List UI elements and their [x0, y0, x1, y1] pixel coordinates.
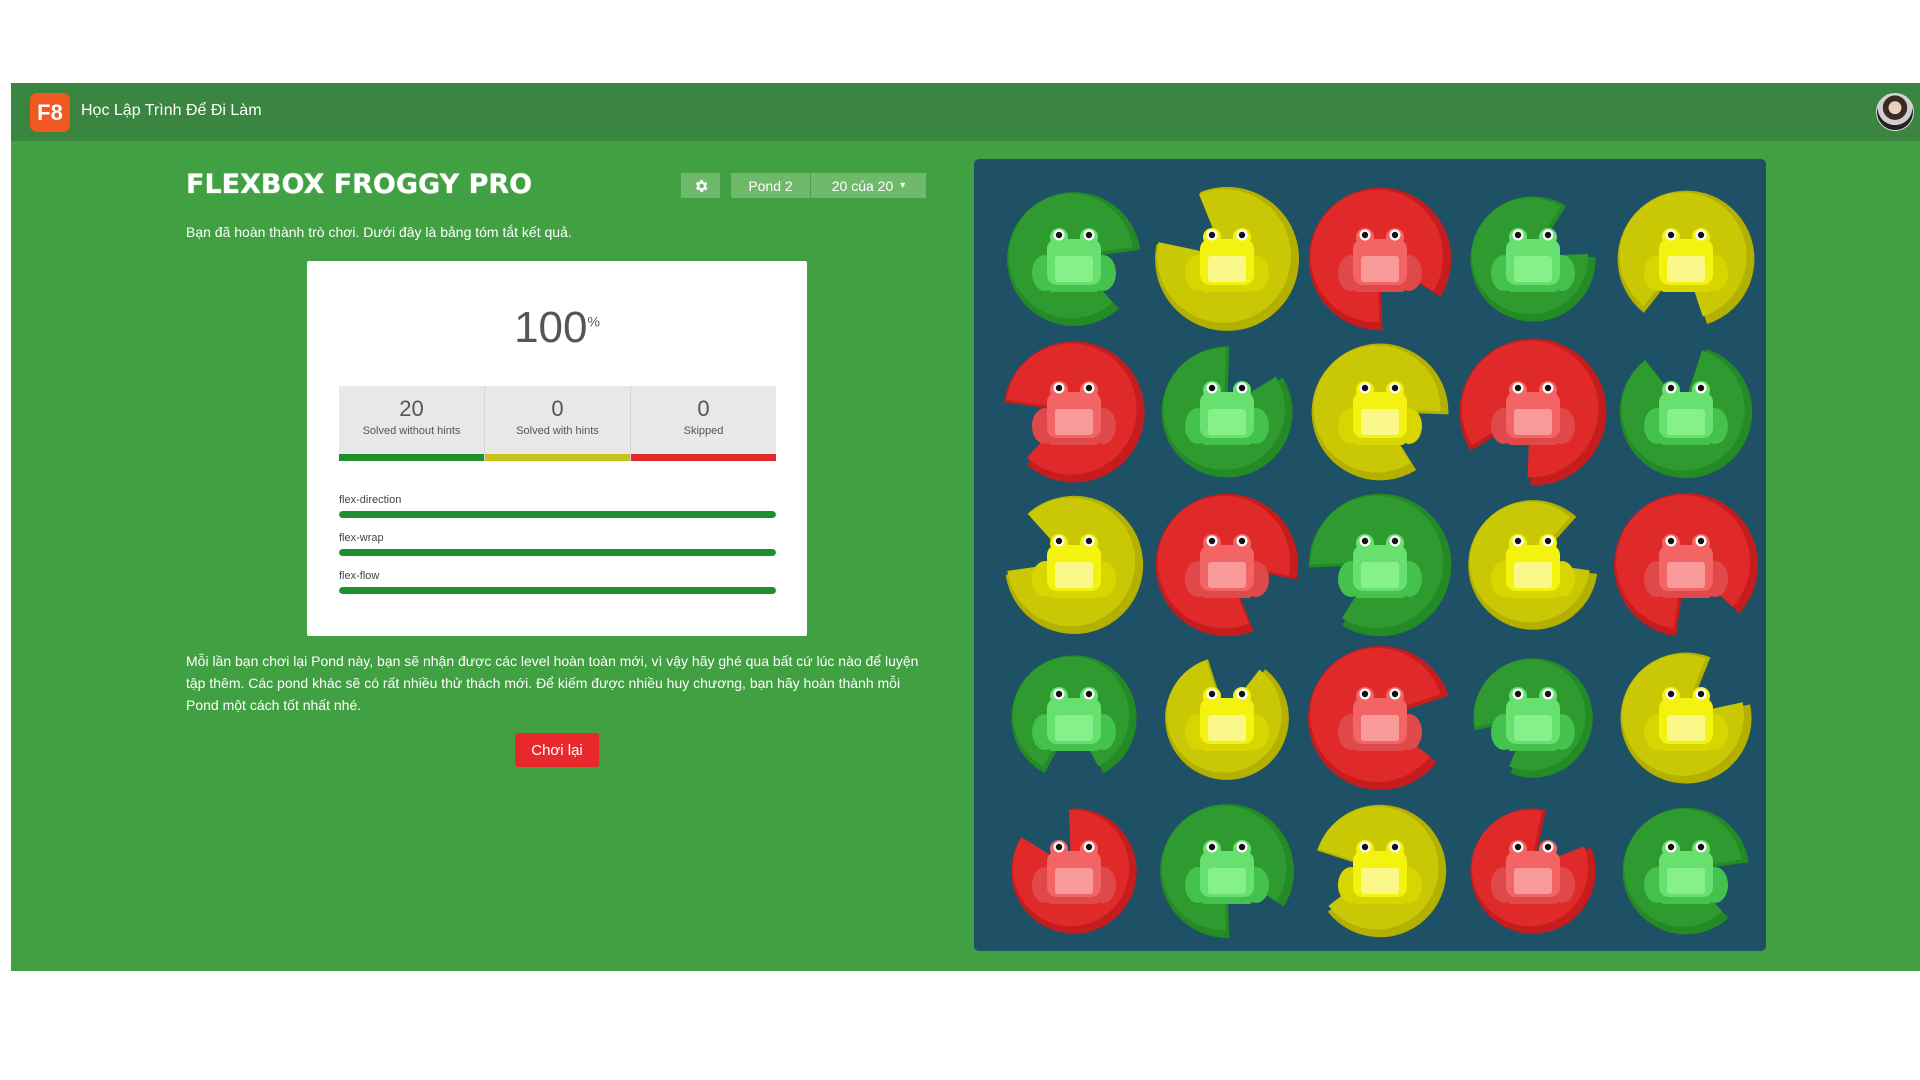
frog-red [1304, 642, 1456, 794]
pond-board [974, 159, 1766, 951]
frog-red [998, 795, 1150, 947]
frog-yellow [1610, 642, 1762, 794]
frog-red [1610, 489, 1762, 641]
stat-skipped: 0 Skipped [631, 386, 776, 461]
property-flex-flow: flex-flow [339, 570, 776, 594]
level-label: 20 của 20 [831, 177, 894, 194]
replay-button[interactable]: Chơi lại [515, 733, 599, 767]
score-value: 100 [514, 303, 588, 352]
frog-green [998, 642, 1150, 794]
score-unit: % [587, 313, 600, 330]
frog-yellow [1304, 336, 1456, 488]
frog-yellow [1304, 795, 1456, 947]
stat-bar [485, 454, 630, 461]
info-text: Mỗi lần bạn chơi lại Pond này, bạn sẽ nh… [186, 653, 919, 713]
frog-green [1151, 336, 1303, 488]
frog-yellow [1457, 489, 1609, 641]
game-title: FLEXBOX FROGGY PRO [186, 169, 533, 200]
stat-bar [631, 454, 776, 461]
frog-green [1304, 489, 1456, 641]
settings-button[interactable] [681, 173, 720, 198]
chevron-down-icon: ▾ [900, 180, 906, 191]
level-dropdown[interactable]: 20 của 20 ▾ [811, 173, 926, 198]
stat-bar [339, 454, 484, 461]
user-avatar[interactable] [1876, 93, 1914, 131]
property-track [339, 549, 776, 556]
frog-green [1610, 795, 1762, 947]
brand-text[interactable]: Học Lập Trình Để Đi Làm [81, 102, 262, 120]
score: 100% [307, 303, 807, 353]
frog-yellow [1151, 183, 1303, 335]
property-track [339, 587, 776, 594]
frog-green [1610, 336, 1762, 488]
f8-logo[interactable]: F8 [30, 93, 70, 132]
stat-label: Skipped [683, 425, 724, 437]
app-window: F8 Học Lập Trình Để Đi Làm FLEXBOX FROGG… [11, 83, 1920, 971]
results-card: 100% 20 Solved without hints 0 Solved wi… [307, 261, 807, 636]
property-track [339, 511, 776, 518]
stat-label: Solved without hints [362, 425, 461, 437]
property-progress [339, 549, 776, 556]
frog-red [998, 336, 1150, 488]
property-label: flex-flow [339, 570, 380, 582]
pond-button[interactable]: Pond 2 [731, 173, 811, 198]
frog-red [1457, 795, 1609, 947]
stats-panel: 20 Solved without hints 0 Solved with hi… [339, 386, 776, 461]
frog-green [1151, 795, 1303, 947]
frog-green [998, 183, 1150, 335]
frog-yellow [1151, 642, 1303, 794]
frog-green [1457, 183, 1609, 335]
frog-green [1457, 642, 1609, 794]
top-bar: F8 Học Lập Trình Để Đi Làm [11, 83, 1920, 141]
property-flex-wrap: flex-wrap [339, 532, 776, 556]
stat-solved-with-hints: 0 Solved with hints [485, 386, 631, 461]
property-label: flex-wrap [339, 532, 384, 544]
stat-value: 0 [551, 396, 564, 421]
stat-value: 0 [697, 396, 710, 421]
summary-text: Bạn đã hoàn thành trò chơi. Dưới đây là … [186, 224, 572, 240]
frog-red [1151, 489, 1303, 641]
frog-yellow [998, 489, 1150, 641]
stat-solved-without-hints: 20 Solved without hints [339, 386, 485, 461]
stat-label: Solved with hints [516, 425, 599, 437]
property-label: flex-direction [339, 494, 402, 506]
frog-red [1457, 336, 1609, 488]
property-flex-direction: flex-direction [339, 494, 776, 518]
frog-yellow [1610, 183, 1762, 335]
property-progress [339, 587, 776, 594]
gear-icon [695, 179, 707, 192]
stat-value: 20 [399, 396, 424, 421]
frog-red [1304, 183, 1456, 335]
property-progress [339, 511, 776, 518]
